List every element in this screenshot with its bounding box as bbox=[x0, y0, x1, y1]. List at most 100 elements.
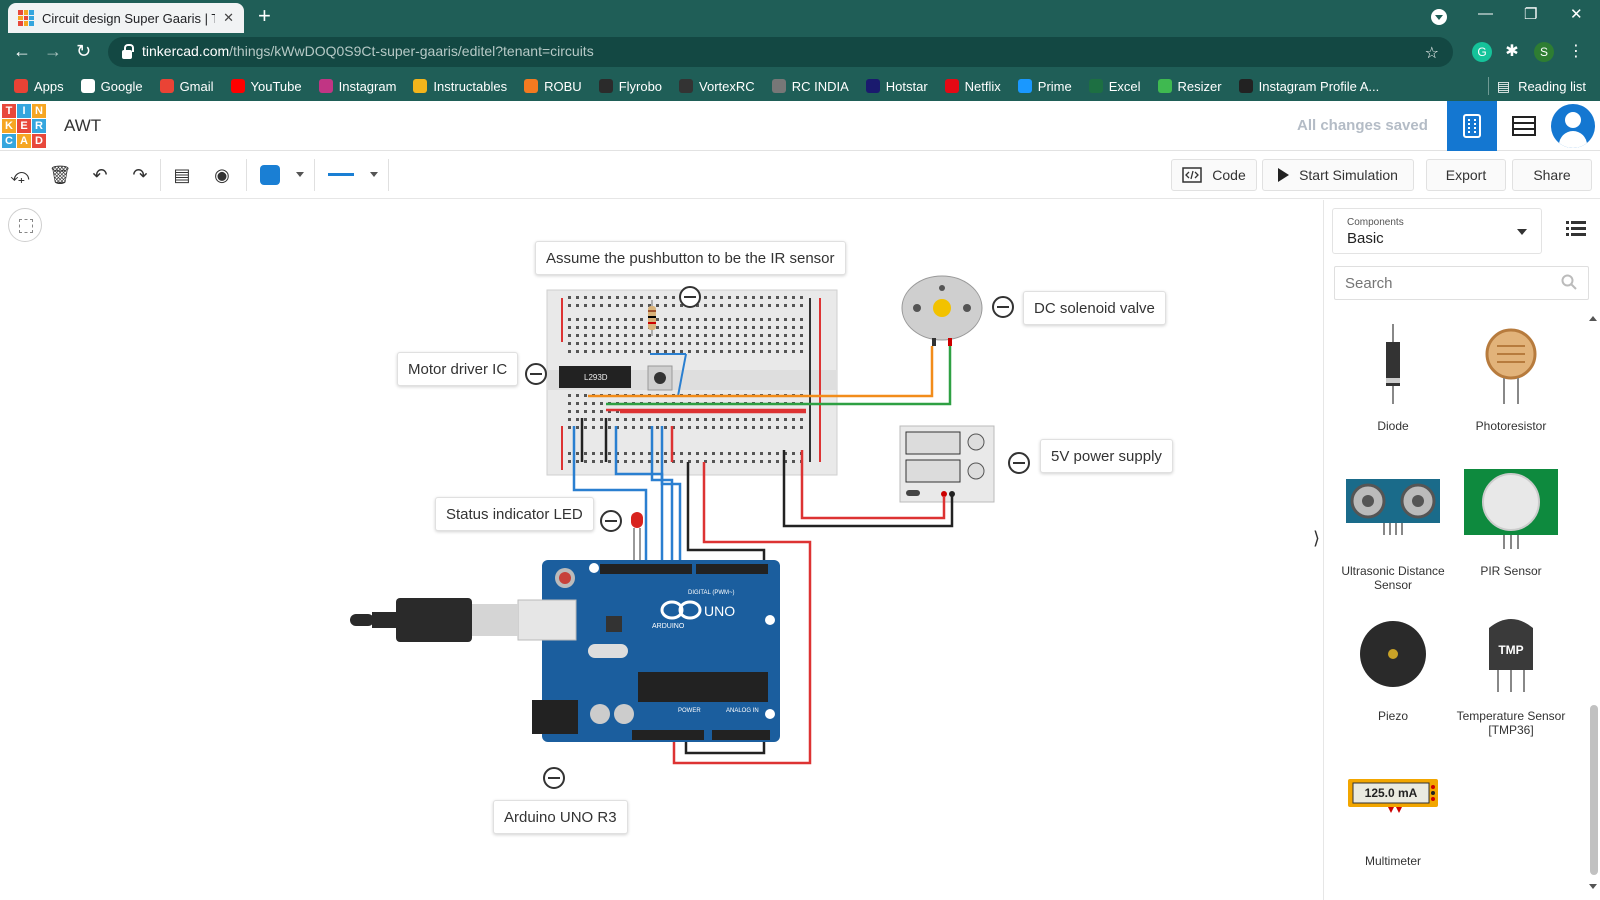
collapse-note-minus-icon[interactable] bbox=[525, 363, 547, 385]
grammarly-extension-icon[interactable]: G bbox=[1472, 42, 1492, 62]
arduino-label[interactable]: Arduino UNO R3 bbox=[493, 800, 628, 834]
collapse-note-minus-icon[interactable] bbox=[992, 296, 1014, 318]
breadboard-hole bbox=[792, 418, 795, 421]
breadboard-hole bbox=[768, 426, 771, 429]
notes-icon[interactable]: ▤ bbox=[168, 161, 196, 189]
back-icon[interactable]: ← bbox=[13, 41, 31, 62]
component-diode[interactable]: Diode bbox=[1334, 324, 1452, 433]
bookmark-item[interactable]: YouTube bbox=[230, 79, 302, 94]
browser-tab[interactable]: Circuit design Super Gaaris | Tinkercad … bbox=[8, 3, 244, 33]
breadboard-hole bbox=[776, 342, 779, 345]
list-view-icon[interactable] bbox=[1564, 216, 1588, 240]
minimize-icon[interactable]: — bbox=[1478, 5, 1493, 22]
rotate-icon[interactable]: ⤽ bbox=[6, 161, 34, 189]
undo-icon[interactable]: ↶ bbox=[86, 161, 114, 189]
forward-icon[interactable]: → bbox=[44, 41, 62, 62]
share-button[interactable]: Share bbox=[1512, 159, 1592, 191]
reload-icon[interactable]: ↻ bbox=[76, 41, 91, 62]
bookmark-item[interactable]: Instagram bbox=[318, 78, 397, 94]
bookmark-item[interactable]: Netflix bbox=[944, 79, 1001, 94]
breadboard-hole bbox=[728, 296, 731, 299]
components-dropdown[interactable]: Components Basic bbox=[1332, 208, 1542, 254]
arduino-uno-board[interactable]: UNO ARDUINO DIGITAL (PWM~) POWER ANALOG … bbox=[532, 560, 780, 742]
schematic-view-button[interactable] bbox=[1499, 101, 1549, 151]
search-icon[interactable] bbox=[1561, 274, 1577, 290]
bookmark-item[interactable]: Prime bbox=[1017, 79, 1072, 94]
component-search-input[interactable] bbox=[1334, 266, 1589, 300]
bookmark-star-icon[interactable]: ☆ bbox=[1425, 43, 1439, 63]
breadboard-hole bbox=[776, 418, 779, 421]
wire-type-dropdown-caret-icon[interactable] bbox=[370, 172, 378, 177]
bookmark-item[interactable]: Instructables bbox=[413, 79, 507, 94]
motor-driver-label[interactable]: Motor driver IC bbox=[397, 352, 519, 386]
breadboard-hole bbox=[592, 342, 595, 345]
restore-icon[interactable]: ❐ bbox=[1524, 5, 1537, 23]
project-title[interactable]: AWT bbox=[64, 116, 101, 136]
bookmark-item[interactable]: ROBU bbox=[524, 79, 582, 94]
bookmark-item[interactable]: RC INDIA bbox=[771, 79, 849, 94]
breadboard-hole bbox=[720, 452, 723, 455]
circuit-view-button[interactable] bbox=[1447, 101, 1497, 151]
export-button[interactable]: Export bbox=[1426, 159, 1506, 191]
panel-scrollbar[interactable] bbox=[1586, 300, 1600, 900]
bookmark-item[interactable]: Hotstar bbox=[865, 79, 928, 94]
breadboard-hole bbox=[648, 334, 651, 337]
status-led[interactable] bbox=[631, 512, 643, 564]
bookmark-item[interactable]: VortexRC bbox=[679, 79, 755, 94]
scroll-thumb[interactable] bbox=[1590, 705, 1598, 875]
5v-power-supply[interactable] bbox=[899, 425, 995, 503]
status-led-label[interactable]: Status indicator LED bbox=[435, 497, 594, 531]
scroll-down-arrow-icon[interactable] bbox=[1589, 884, 1597, 889]
collapse-note-minus-icon[interactable] bbox=[543, 767, 565, 789]
breadboard-hole bbox=[728, 326, 731, 329]
usb-cable[interactable] bbox=[350, 598, 577, 642]
bookmark-item[interactable]: Google bbox=[80, 79, 143, 94]
ir-sensor-note-label[interactable]: Assume the pushbutton to be the IR senso… bbox=[535, 241, 846, 275]
new-tab-icon[interactable]: + bbox=[258, 4, 271, 28]
l293d-chip[interactable]: L293D bbox=[559, 366, 631, 388]
wire-color-swatch[interactable] bbox=[260, 165, 280, 185]
power-supply-label[interactable]: 5V power supply bbox=[1040, 439, 1173, 473]
breadboard-hole bbox=[576, 460, 579, 463]
breadboard-hole bbox=[768, 326, 771, 329]
solenoid-valve-label[interactable]: DC solenoid valve bbox=[1023, 291, 1166, 325]
bookmark-item[interactable]: Flyrobo bbox=[598, 79, 662, 94]
close-window-icon[interactable]: ✕ bbox=[1570, 5, 1583, 23]
component-ultrasonic-sensor[interactable]: Ultrasonic Distance Sensor bbox=[1334, 469, 1452, 592]
bookmark-label: Instagram bbox=[338, 78, 397, 94]
scroll-up-arrow-icon[interactable] bbox=[1589, 316, 1597, 321]
panel-collapse-chevron-icon[interactable]: ⟩ bbox=[1313, 528, 1323, 572]
tinkercad-logo[interactable]: TIN KER CAD bbox=[2, 104, 46, 148]
download-icon[interactable] bbox=[1431, 9, 1447, 25]
toolbar-divider bbox=[388, 159, 389, 191]
circuit-canvas[interactable]: L293D UNO ARDUINO DIGITAL (PWM~) POWER A… bbox=[0, 200, 1322, 900]
user-avatar[interactable] bbox=[1551, 104, 1595, 148]
component-temperature-sensor[interactable]: TMP Temperature Sensor [TMP36] bbox=[1452, 614, 1570, 737]
bookmark-item[interactable]: Resizer bbox=[1157, 79, 1222, 94]
color-dropdown-caret-icon[interactable] bbox=[296, 172, 304, 177]
bookmark-item[interactable]: Gmail bbox=[159, 79, 214, 94]
bookmark-item[interactable]: Apps bbox=[14, 79, 64, 94]
visibility-eye-icon[interactable]: ◉ bbox=[208, 161, 236, 189]
dc-solenoid-valve[interactable] bbox=[901, 275, 983, 346]
component-pir-sensor[interactable]: PIR Sensor bbox=[1452, 469, 1570, 578]
component-multimeter[interactable]: 125.0 mA Multimeter bbox=[1334, 759, 1452, 868]
code-button[interactable]: Code bbox=[1171, 159, 1257, 191]
collapse-note-minus-icon[interactable] bbox=[679, 286, 701, 308]
redo-icon[interactable]: ↷ bbox=[126, 161, 154, 189]
component-photoresistor[interactable]: Photoresistor bbox=[1452, 324, 1570, 433]
bookmark-item[interactable]: Instagram Profile A... bbox=[1238, 79, 1379, 94]
url-bar[interactable]: tinkercad.com/things/kWwDOQ0S9Ct-super-g… bbox=[108, 37, 1453, 67]
profile-avatar[interactable]: S bbox=[1534, 42, 1554, 62]
start-simulation-button[interactable]: Start Simulation bbox=[1262, 159, 1414, 191]
collapse-note-minus-icon[interactable] bbox=[1008, 452, 1030, 474]
menu-more-icon[interactable]: ⋮ bbox=[1566, 42, 1586, 62]
delete-icon[interactable]: 🗑 bbox=[46, 161, 74, 189]
wire-type-line-icon[interactable] bbox=[328, 173, 354, 176]
close-tab-icon[interactable]: ✕ bbox=[223, 10, 234, 26]
bookmark-item[interactable]: Excel bbox=[1088, 79, 1141, 94]
extensions-puzzle-icon[interactable]: ✱ bbox=[1502, 42, 1522, 62]
component-piezo[interactable]: Piezo bbox=[1334, 614, 1452, 723]
collapse-note-minus-icon[interactable] bbox=[600, 510, 622, 532]
reading-list-button[interactable]: ▤ Reading list bbox=[1497, 78, 1586, 95]
